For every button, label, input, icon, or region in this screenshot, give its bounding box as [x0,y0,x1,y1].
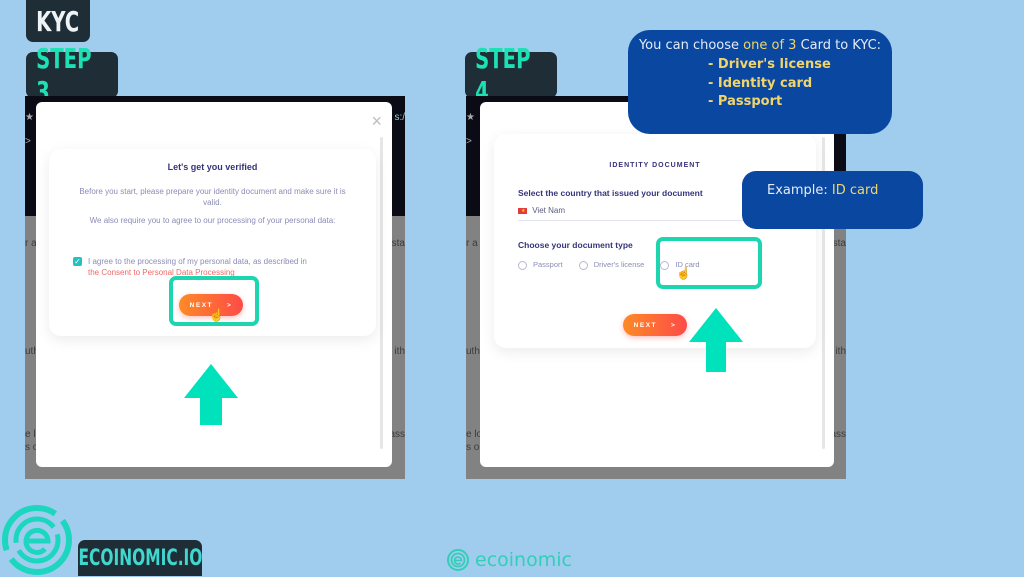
radio-drivers-license[interactable] [578,260,588,270]
watermark-text: ecoinomic [475,549,572,571]
bg-fragment: sta [832,238,846,249]
example-highlight: ID card [831,183,879,198]
bg-fragment: uth [466,346,480,357]
consent-label: I agree to the processing of my personal… [88,256,356,278]
bg-fragment: s o [466,442,480,453]
badge-label: ECOINOMIC.IO [78,545,202,571]
callout-heading: You can choose one of 3 Card to KYC: [638,38,882,53]
modal-scrollbar[interactable] [380,137,383,449]
up-arrow-icon [184,364,238,425]
bg-fragment: ith [394,346,405,357]
callout-highlight: one of 3 [743,38,797,53]
country-label: Select the country that issued your docu… [518,188,703,198]
bg-fragment: > [25,136,31,147]
country-select[interactable]: ★ Viet Nam [518,206,748,221]
step4-screenshot: ★ > r a uth e lo s o sta ith ass IDENTIT… [466,96,846,479]
ecoinomic-watermark-icon [447,549,469,571]
callout-item: - Passport [708,94,783,109]
choose-card-callout: You can choose one of 3 Card to KYC: - D… [628,30,892,134]
step3-tag: STEP 3 [26,42,118,108]
consent-checkbox[interactable]: ✓ [73,257,82,266]
step4-tag: STEP 4 [465,42,557,108]
ecoinomic-logo-icon [2,505,72,575]
step3-screenshot: ★ > r a uth e lo s o s:/ sta ith ass × L… [25,96,405,479]
callout-item: - Identity card [708,75,813,91]
callout-item: - Driver's license [708,57,831,72]
option-drivers-license[interactable]: Driver's license [578,260,644,270]
bg-fragment: r a [466,238,478,249]
card-title: Let's get you verified [167,162,258,172]
country-value: Viet Nam [532,206,565,215]
bg-fragment: > [466,136,472,147]
callout-list: - Driver's license - Identity card - Pas… [708,56,831,112]
chevron-right-icon: > [671,321,677,329]
bg-fragment: ★ [466,112,475,123]
hand-cursor-icon: ☝ [209,308,224,322]
option-passport[interactable]: Passport [518,260,563,270]
vietnam-flag-icon: ★ [518,207,527,214]
close-icon[interactable]: × [371,112,382,130]
id-card-highlight-box [656,237,762,289]
up-arrow-icon [689,308,743,372]
consent-intro: We also require you to agree to our proc… [89,216,336,225]
hand-cursor-icon: ☝ [676,266,691,280]
radio-passport[interactable] [518,260,527,270]
bg-fragment: ith [835,346,846,357]
bg-fragment: sta [391,238,405,249]
next-button[interactable]: NEXT > [623,314,687,336]
kyc-label: KYC [36,4,80,38]
consent-label-text: I agree to the processing of my personal… [88,257,307,266]
intro-text: Before you start, please prepare your id… [79,187,346,207]
identity-document-card: IDENTITY DOCUMENT Select the country tha… [494,134,816,348]
example-callout: Example: ID card [742,171,923,229]
bg-fragment: s:/ [394,112,405,123]
kyc-tag: KYC [26,0,90,42]
ecoinomic-badge: ECOINOMIC.IO [78,540,202,576]
next-label: NEXT [633,321,658,329]
bg-fragment: ★ [25,112,34,123]
doc-type-label: Choose your document type [518,240,633,250]
example-text: Example: ID card [767,183,879,198]
card-title: IDENTITY DOCUMENT [609,162,701,169]
watermark: ecoinomic [446,548,572,572]
bg-fragment: r a [25,238,37,249]
